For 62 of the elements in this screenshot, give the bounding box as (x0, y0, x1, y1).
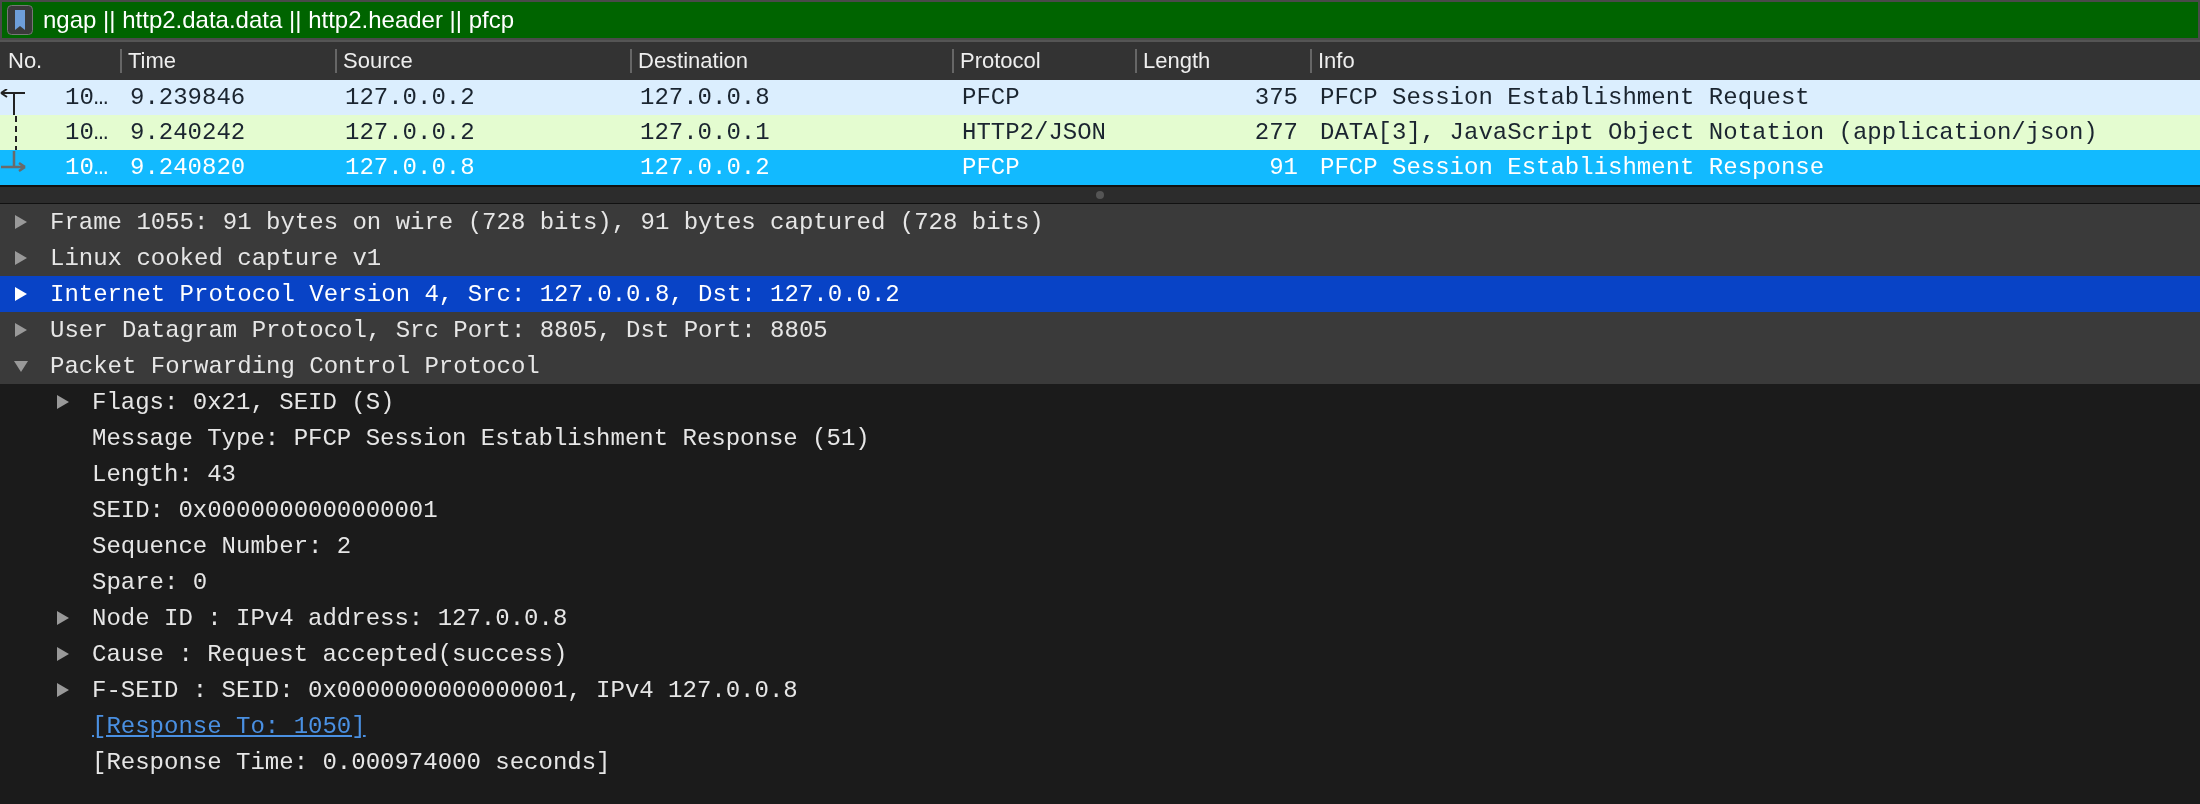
table-cell-text: PFCP Session Establishment Response (1319, 154, 1826, 181)
column-header[interactable]: Info (1310, 49, 2200, 73)
tree-item[interactable]: F-SEID : SEID: 0x0000000000000001, IPv4 127.0.0.8 (0, 672, 2200, 708)
tree-item[interactable]: Cause : Request accepted(success) (0, 636, 2200, 672)
collapsed-arrow-icon[interactable] (56, 682, 70, 698)
column-header[interactable]: No. (0, 49, 120, 73)
packet-row[interactable]: 10… 9.239846 127.0.0.2 127.0.0.8 PFCP 375 PFCP Session Establishment Request (0, 80, 2200, 115)
collapsed-arrow-icon[interactable] (14, 322, 28, 338)
column-header[interactable]: Destination (630, 49, 952, 73)
tree-item[interactable]: Linux cooked capture v1 (0, 240, 2200, 276)
tree-item[interactable]: Packet Forwarding Control Protocol (0, 348, 2200, 384)
table-cell-text: PFCP (961, 154, 1021, 181)
expanded-arrow-icon[interactable] (14, 358, 28, 374)
tree-item[interactable]: Node ID : IPv4 address: 127.0.0.8 (0, 600, 2200, 636)
collapsed-arrow-icon[interactable] (56, 646, 70, 662)
table-cell-text: 127.0.0.1 (639, 119, 771, 146)
packet-number: 10… (65, 154, 109, 181)
packet-number: 10… (65, 119, 109, 146)
tree-item[interactable]: Flags: 0x21, SEID (S) (0, 384, 2200, 420)
table-cell-text: 9.240242 (129, 119, 247, 146)
collapsed-arrow-icon[interactable] (14, 214, 28, 230)
collapsed-arrow-icon[interactable] (14, 286, 28, 302)
table-cell-text: 127.0.0.2 (639, 154, 771, 181)
bookmark-icon[interactable] (7, 5, 33, 35)
column-header[interactable]: Time (120, 49, 335, 73)
tree-item[interactable]: Length: 43 (0, 456, 2200, 492)
column-header[interactable]: Protocol (952, 49, 1135, 73)
column-header[interactable]: Source (335, 49, 630, 73)
tree-item[interactable]: Frame 1055: 91 bytes on wire (728 bits), 91 bytes captured (728 bits) (0, 204, 2200, 240)
tree-item[interactable]: Sequence Number: 2 (0, 528, 2200, 564)
packet-row[interactable]: 10… 9.240242 127.0.0.2 127.0.0.1 HTTP2/JSON 277 DATA[3], JavaScript Object Notation (application/json) (0, 115, 2200, 150)
splitter-handle[interactable] (1096, 191, 1104, 199)
table-cell-text: PFCP Session Establishment Request (1319, 84, 1811, 111)
tree-item[interactable]: Message Type: PFCP Session Establishment Response (51) (0, 420, 2200, 456)
collapsed-arrow-icon[interactable] (56, 610, 70, 626)
table-cell-text: PFCP (961, 84, 1021, 111)
packet-number: 10… (65, 84, 109, 111)
table-cell-text: 9.239846 (129, 84, 247, 111)
dashed-line-icon (14, 115, 18, 150)
tree-item[interactable]: SEID: 0x0000000000000001 (0, 492, 2200, 528)
table-cell-text: 91 (1268, 154, 1299, 181)
table-cell-text: 375 (1253, 84, 1299, 111)
response-arrow-icon (0, 150, 26, 173)
table-cell-text: 127.0.0.2 (344, 119, 476, 146)
tree-item[interactable]: User Datagram Protocol, Src Port: 8805, Dst Port: 8805 (0, 312, 2200, 348)
table-cell-text: 9.240820 (129, 154, 247, 181)
table-cell-text: 127.0.0.8 (344, 154, 476, 181)
table-cell-text: 127.0.0.2 (344, 84, 476, 111)
table-cell-text: 277 (1253, 119, 1299, 146)
response-link[interactable]: [Response To: 1050] (92, 712, 366, 740)
tree-item[interactable]: [Response Time: 0.000974000 seconds] (0, 744, 2200, 780)
table-cell-text: HTTP2/JSON (961, 119, 1108, 146)
request-arrow-icon (0, 88, 26, 115)
display-filter-field[interactable]: ngap || http2.data.data || http2.header || pfcp (0, 0, 2200, 40)
tree-item[interactable]: Internet Protocol Version 4, Src: 127.0.0.8, Dst: 127.0.0.2 (0, 276, 2200, 312)
table-cell-text: DATA[3], JavaScript Object Notation (application/json) (1319, 119, 2099, 146)
column-header[interactable]: Length (1135, 49, 1310, 73)
table-cell-text: 127.0.0.8 (639, 84, 771, 111)
tree-item[interactable]: Spare: 0 (0, 564, 2200, 600)
collapsed-arrow-icon[interactable] (14, 250, 28, 266)
collapsed-arrow-icon[interactable] (56, 394, 70, 410)
tree-item[interactable]: [Response To: 1050] (0, 708, 2200, 744)
